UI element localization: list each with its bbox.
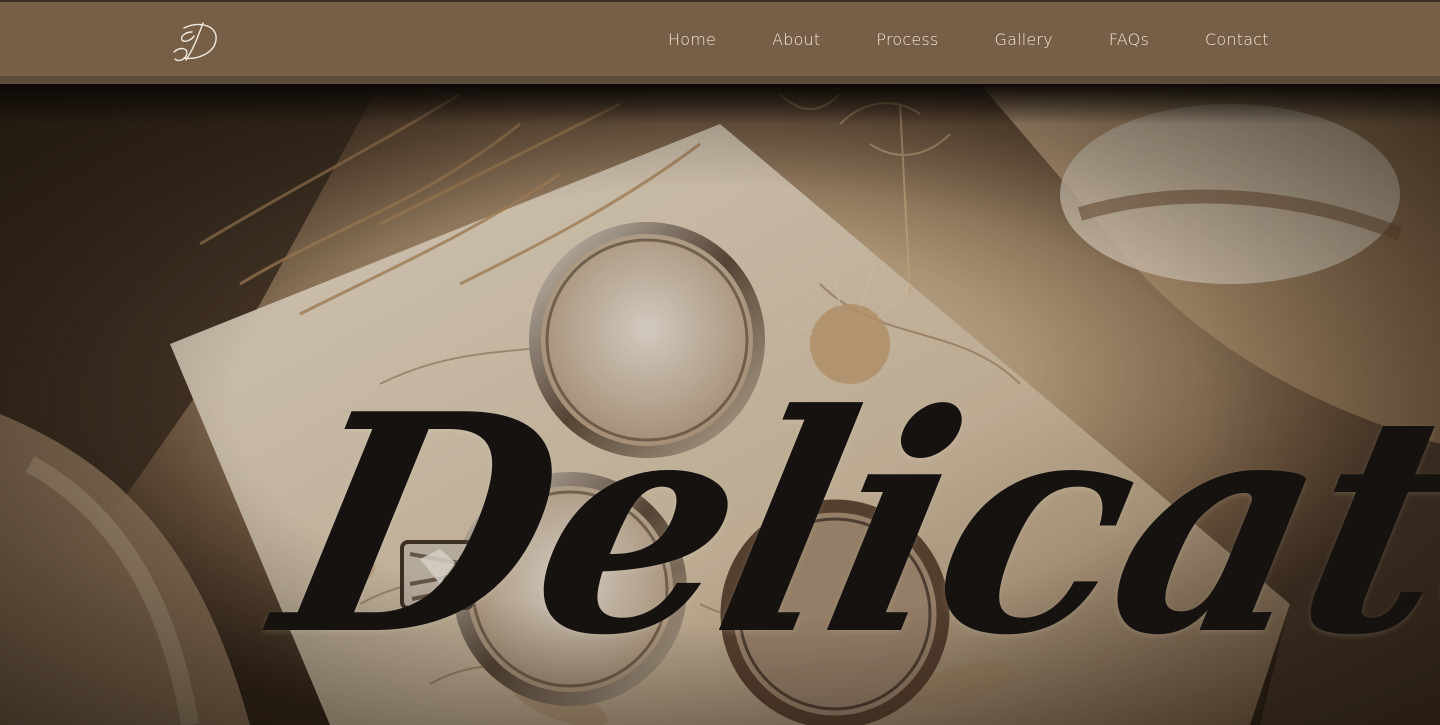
nav-link-process[interactable]: Process — [848, 2, 966, 78]
nav-item-about: About — [744, 2, 848, 78]
nav-item-home: Home — [640, 2, 744, 78]
nav-item-faqs: FAQs — [1081, 2, 1177, 78]
nav-link-about[interactable]: About — [744, 2, 848, 78]
page: Home About Process Gallery FAQs Contact — [0, 0, 1440, 725]
nav-item-gallery: Gallery — [966, 2, 1080, 78]
main-nav: Home About Process Gallery FAQs Contact — [640, 2, 1297, 78]
site-header: Home About Process Gallery FAQs Contact — [0, 0, 1440, 76]
nav-link-faqs[interactable]: FAQs — [1081, 2, 1177, 78]
nav-link-gallery[interactable]: Gallery — [966, 2, 1080, 78]
nav-item-contact: Contact — [1177, 2, 1297, 78]
nav-link-home[interactable]: Home — [640, 2, 744, 78]
hero-title: Delicate — [254, 348, 1440, 701]
nav-link-contact[interactable]: Contact — [1177, 2, 1297, 78]
hero-section: Delicate — [0, 84, 1440, 725]
nav-item-process: Process — [848, 2, 966, 78]
monogram-logo-icon[interactable] — [170, 18, 226, 64]
